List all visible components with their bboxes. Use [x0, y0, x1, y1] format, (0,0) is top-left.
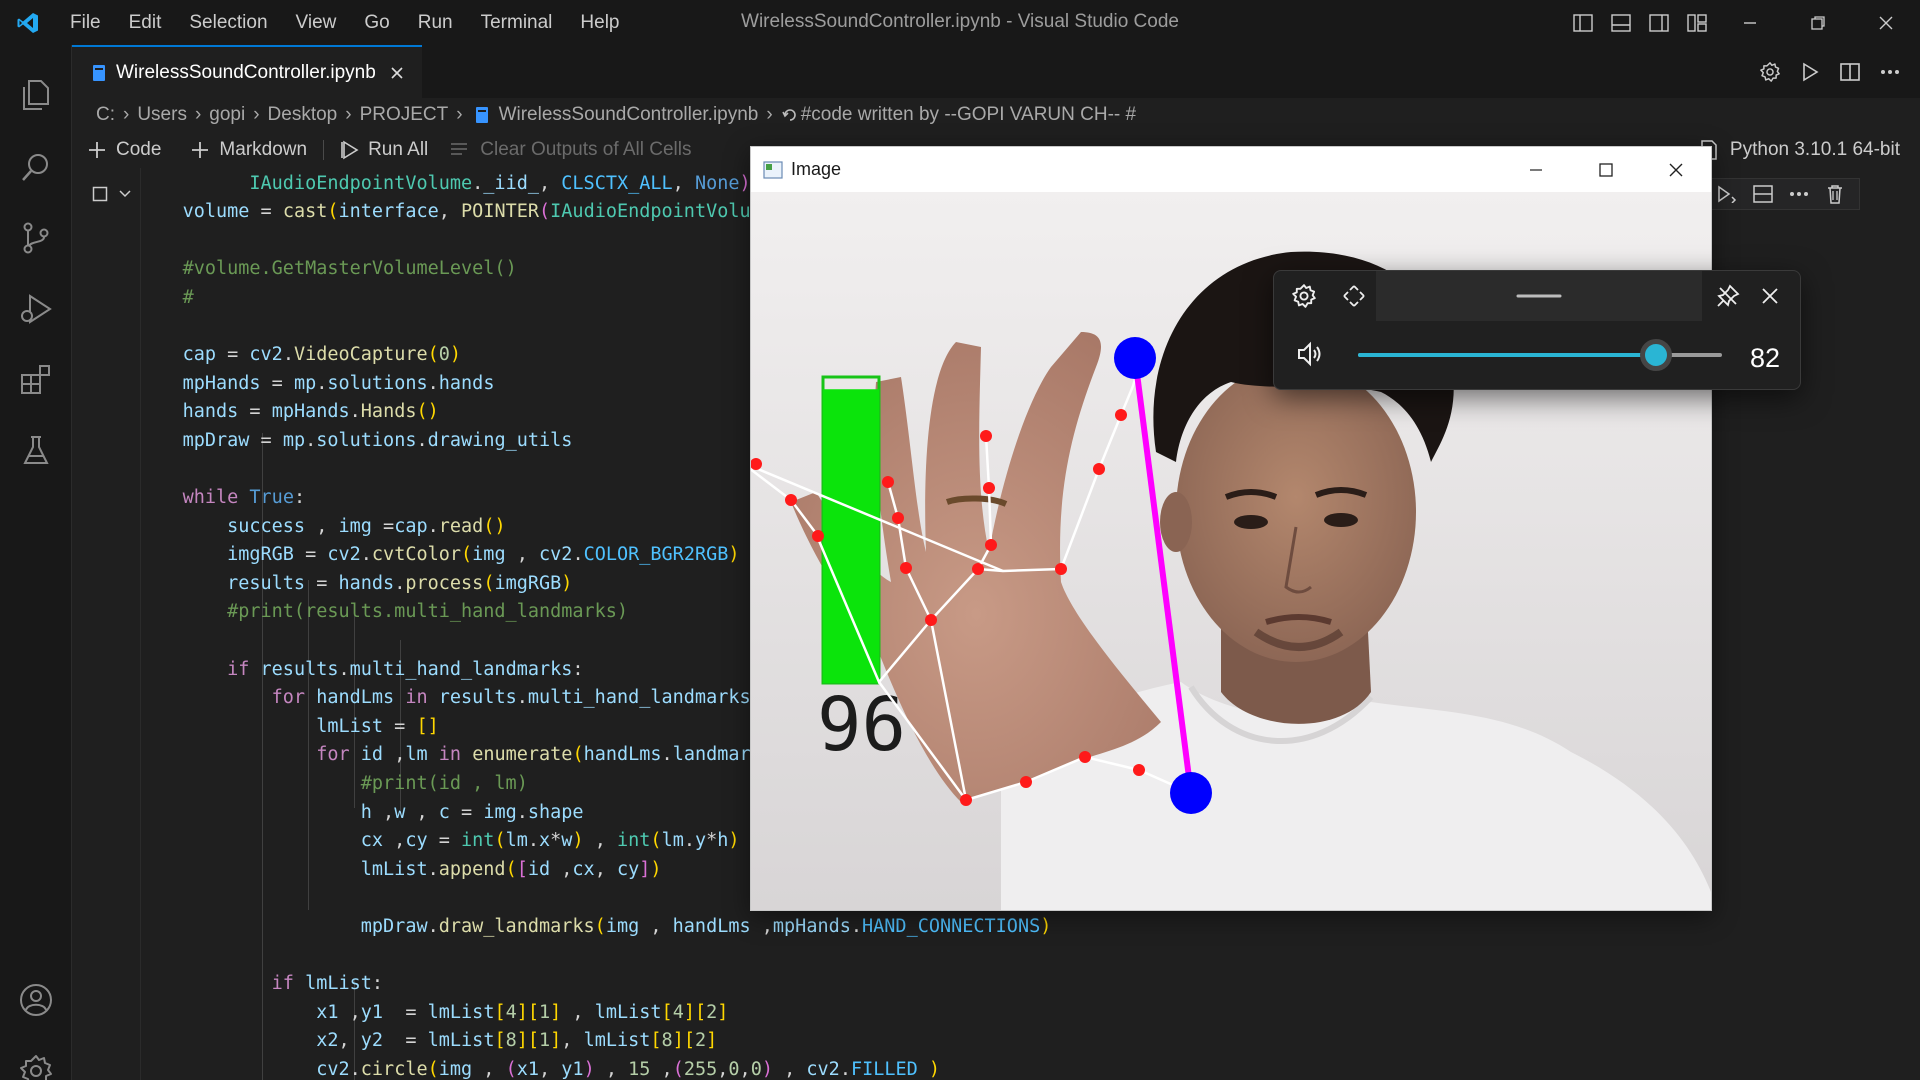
speaker-volume-icon[interactable] [1296, 341, 1324, 367]
split-editor-icon[interactable] [1830, 62, 1870, 82]
breadcrumb-users[interactable]: Users [137, 104, 187, 126]
account-icon[interactable] [0, 970, 72, 1030]
add-markdown-cell-button[interactable]: Markdown [191, 139, 307, 161]
volume-slider-fill [1358, 353, 1657, 357]
close-tab-icon[interactable] [390, 66, 404, 80]
restore-icon[interactable] [1784, 0, 1852, 45]
cell-gutter [92, 186, 132, 202]
breadcrumb-drive[interactable]: C: [96, 104, 115, 126]
flyout-drag-handle[interactable] [1376, 271, 1702, 321]
flyout-move-icon[interactable] [1336, 281, 1372, 311]
clear-outputs-label: Clear Outputs of All Cells [480, 139, 692, 160]
flyout-settings-gear-icon[interactable] [1286, 281, 1322, 311]
tab-bar: WirelessSoundController.ipynb [72, 45, 1920, 98]
explorer-icon[interactable] [0, 65, 72, 125]
menu-bar: File Edit Selection View Go Run Terminal… [56, 12, 634, 34]
menu-go[interactable]: Go [350, 12, 403, 34]
kernel-label: Python 3.10.1 64-bit [1729, 139, 1900, 160]
volume-slider-thumb[interactable] [1640, 339, 1673, 371]
notebook-file-icon [93, 64, 105, 81]
testing-icon[interactable] [0, 421, 72, 481]
menu-selection[interactable]: Selection [175, 12, 281, 34]
flyout-close-icon[interactable] [1752, 281, 1788, 311]
image-window-titlebar[interactable]: Image [751, 147, 1711, 192]
toggle-panel-icon[interactable] [1602, 0, 1640, 45]
plus-icon [192, 142, 209, 158]
clear-outputs-button[interactable]: Clear Outputs of All Cells [450, 139, 691, 161]
breadcrumb-gopi[interactable]: gopi [209, 104, 245, 126]
toggle-primary-sidebar-icon[interactable] [1564, 0, 1602, 45]
plus-icon [89, 142, 105, 158]
configure-gear-icon[interactable] [1750, 61, 1790, 83]
breadcrumb-desktop[interactable]: Desktop [268, 104, 338, 126]
notebook-file-icon [475, 107, 488, 123]
collapse-chevron-icon[interactable] [118, 189, 132, 199]
image-window-title: Image [791, 159, 842, 179]
code-label: Code [116, 139, 162, 160]
image-maximize-icon[interactable] [1571, 147, 1641, 192]
cell-symbol-icon [781, 109, 796, 121]
volume-bar-fill [823, 389, 879, 683]
more-actions-icon[interactable] [1870, 69, 1910, 75]
drag-handle-icon [1516, 294, 1562, 298]
clear-all-icon [451, 143, 468, 155]
menu-help[interactable]: Help [566, 12, 633, 34]
thumb-tip-circle [1170, 772, 1212, 814]
add-code-cell-button[interactable]: Code [88, 139, 161, 161]
run-all-button[interactable]: Run All [340, 139, 428, 161]
run-debug-icon[interactable] [0, 279, 72, 339]
volume-flyout: 82 [1273, 270, 1801, 390]
volume-value: 82 [1749, 343, 1780, 373]
image-window-icon [763, 160, 783, 179]
tab-notebook[interactable]: WirelessSoundController.ipynb [72, 45, 422, 98]
run-play-icon[interactable] [1790, 62, 1830, 82]
settings-gear-icon[interactable] [0, 1041, 72, 1080]
breadcrumb: C: › Users › gopi › Desktop › PROJECT › Wirel… [72, 98, 1920, 132]
close-window-icon[interactable] [1852, 0, 1920, 45]
search-icon[interactable] [0, 137, 72, 197]
image-close-icon[interactable] [1641, 147, 1711, 192]
index-tip-circle [1114, 337, 1156, 379]
volume-percent-text: 96 [817, 682, 906, 768]
menu-run[interactable]: Run [404, 12, 467, 34]
extensions-icon[interactable] [0, 350, 72, 410]
toggle-secondary-sidebar-icon[interactable] [1640, 0, 1678, 45]
customize-layout-icon[interactable] [1678, 0, 1716, 45]
image-minimize-icon[interactable] [1501, 147, 1571, 192]
tab-label: WirelessSoundController.ipynb [116, 61, 376, 83]
breadcrumb-file[interactable]: WirelessSoundController.ipynb [499, 104, 759, 126]
markdown-label: Markdown [219, 139, 308, 160]
title-bar: File Edit Selection View Go Run Terminal… [0, 0, 1920, 45]
menu-view[interactable]: View [282, 12, 351, 34]
menu-edit[interactable]: Edit [115, 12, 176, 34]
code-text: IAudioEndpointVolume._iid_, CLSCTX_ALL, … [182, 173, 1052, 1080]
breadcrumb-project[interactable]: PROJECT [360, 104, 449, 126]
volume-slider[interactable] [1358, 339, 1722, 371]
activity-bar [0, 45, 72, 1080]
minimize-icon[interactable] [1716, 0, 1784, 45]
flyout-pin-icon[interactable] [1710, 281, 1746, 311]
run-all-icon [341, 140, 359, 160]
run-all-label: Run All [368, 139, 429, 160]
menu-terminal[interactable]: Terminal [467, 12, 567, 34]
kernel-picker[interactable]: Python 3.10.1 64-bit [1700, 132, 1900, 168]
source-control-icon[interactable] [0, 208, 72, 268]
vscode-logo-icon [0, 0, 56, 45]
image-window[interactable]: Image 96 [750, 146, 1712, 911]
cell-checkbox-icon[interactable] [92, 186, 108, 202]
menu-file[interactable]: File [56, 12, 115, 34]
breadcrumb-cell[interactable]: #code written by --GOPI VARUN CH-- # [801, 104, 1136, 126]
